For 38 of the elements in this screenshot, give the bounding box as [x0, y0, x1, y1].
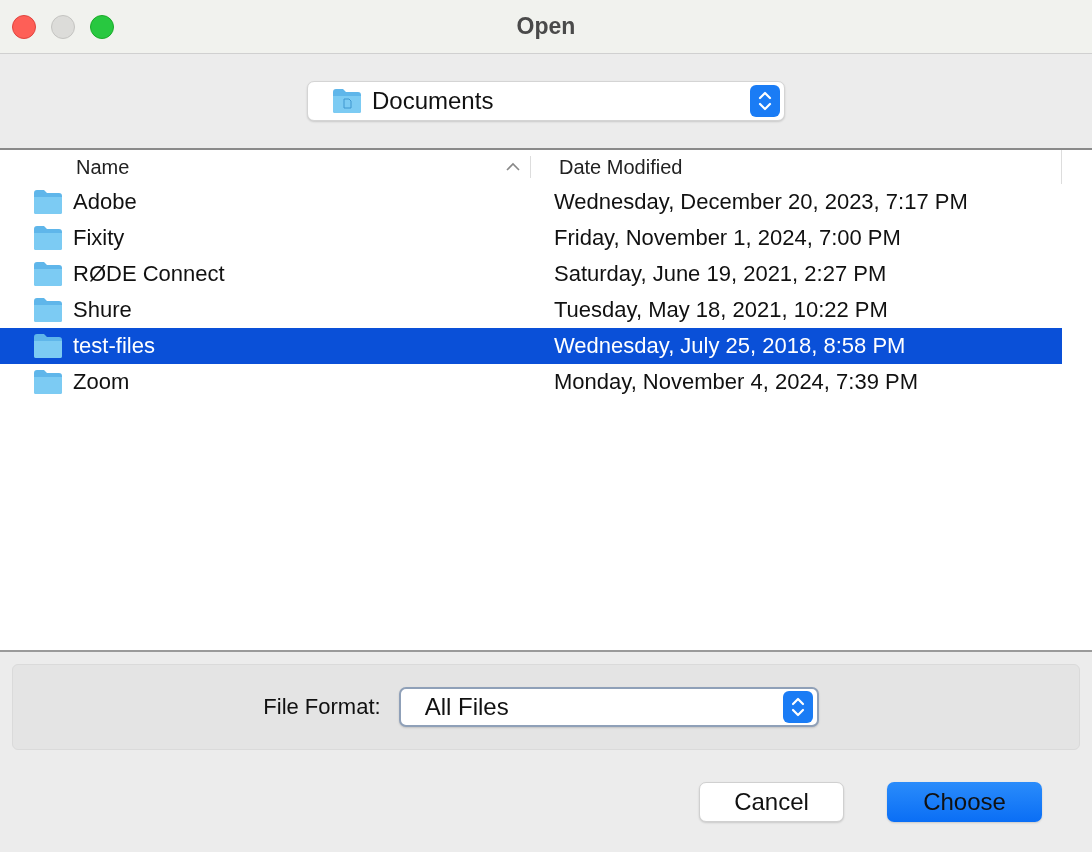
file-name: Zoom	[73, 369, 130, 395]
minimize-button[interactable]	[51, 14, 75, 39]
date-modified: Friday, November 1, 2024, 7:00 PM	[554, 225, 901, 251]
folder-icon	[33, 189, 63, 215]
folder-document-icon	[332, 88, 362, 114]
file-name: Fixity	[73, 225, 125, 251]
folder-icon	[33, 369, 63, 395]
file-row[interactable]: RØDE Connect Saturday, June 19, 2021, 2:27 PM	[0, 256, 1062, 292]
file-row[interactable]: Adobe Wednesday, December 20, 2023, 7:17 PM	[0, 184, 1062, 220]
folder-icon	[33, 225, 63, 251]
file-row[interactable]: Zoom Monday, November 4, 2024, 7:39 PM	[0, 364, 1062, 400]
folder-icon	[33, 261, 63, 287]
file-name: Adobe	[73, 189, 137, 215]
maximize-button[interactable]	[90, 14, 114, 39]
date-modified: Tuesday, May 18, 2021, 10:22 PM	[554, 297, 888, 323]
column-header[interactable]: Date Modified	[531, 155, 1061, 179]
file-format-popup[interactable]: All Files	[398, 687, 819, 727]
file-name: RØDE Connect	[73, 261, 225, 287]
file-name: test-files	[73, 333, 155, 359]
cancel-button[interactable]: Cancel	[699, 782, 844, 822]
format-label: File Format:	[263, 694, 381, 720]
date-modified: Saturday, June 19, 2021, 2:27 PM	[554, 261, 887, 287]
up-down-chevron-icon	[789, 695, 806, 719]
up-down-chevron-icon	[757, 89, 773, 113]
location-popup[interactable]: Documents	[307, 81, 785, 121]
file-row[interactable]: test-files Wednesday, July 25, 2018, 8:58 PM	[0, 328, 1062, 364]
date-modified: Wednesday, December 20, 2023, 7:17 PM	[554, 189, 968, 215]
file-name: Shure	[73, 297, 132, 323]
close-button[interactable]	[12, 14, 36, 39]
choose-button[interactable]: Choose	[887, 782, 1042, 822]
folder-icon	[33, 333, 63, 359]
folder-icon	[33, 297, 63, 323]
date-modified: Monday, November 4, 2024, 7:39 PM	[554, 369, 918, 395]
column-header[interactable]: Name	[0, 155, 506, 179]
file-row[interactable]: Fixity Friday, November 1, 2024, 7:00 PM	[0, 220, 1062, 256]
window-title: Open	[516, 13, 576, 40]
file-row[interactable]: Shure Tuesday, May 18, 2021, 10:22 PM	[0, 292, 1062, 328]
date-modified: Wednesday, July 25, 2018, 8:58 PM	[554, 333, 906, 359]
